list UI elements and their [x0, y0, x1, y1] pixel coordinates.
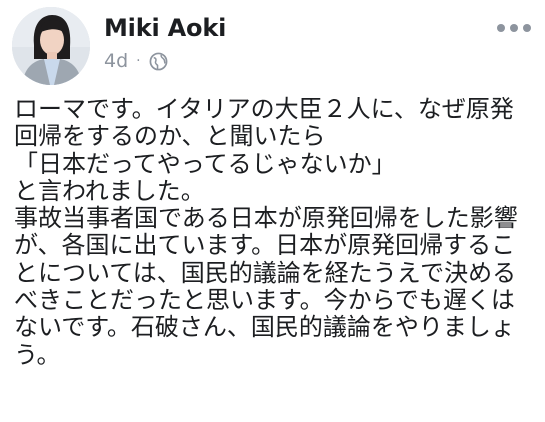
avatar[interactable] [12, 7, 90, 85]
post-text-line: ローマです。イタリアの大臣２人に、なぜ原発 [14, 95, 514, 123]
author-name[interactable]: Miki Aoki [104, 14, 226, 42]
post-text-line: が、各国に出ています。日本が原発回帰するこ [14, 231, 516, 260]
more-dot [510, 24, 518, 32]
post-meta: 4d · [104, 50, 168, 72]
post-text-line: 回帰をするのか、と聞いたら [14, 122, 326, 151]
post-body: ローマです。イタリアの大臣２人に、なぜ原発 回帰をするのか、と聞いたら 「日本だ… [14, 95, 545, 369]
post-text-line: ないです。石破さん、国民的議論をやりましょ [14, 313, 515, 342]
post-text-line: と言われました。 [14, 176, 205, 205]
post-text-line: う。 [14, 340, 61, 369]
more-options-icon[interactable] [497, 24, 531, 32]
post-text-line: とについては、国民的議論を経たうえで決める [14, 258, 517, 287]
more-dot [497, 24, 505, 32]
more-dot [523, 24, 531, 32]
meta-separator: · [136, 53, 141, 69]
post-text-line: 「日本だってやってるじゃないか」 [14, 149, 396, 178]
post-text-line: 事故当事者国である日本が原発回帰をした影響 [14, 204, 518, 233]
globe-icon[interactable] [149, 52, 168, 71]
profile-photo-icon [12, 7, 90, 85]
post-text-line: べきことだったと思います。今からでも遅くは [14, 286, 515, 315]
post-timestamp[interactable]: 4d [104, 50, 128, 72]
post-card: Miki Aoki 4d · ローマです。イタリアの大臣２人に、なぜ原発 回帰を… [0, 0, 545, 422]
